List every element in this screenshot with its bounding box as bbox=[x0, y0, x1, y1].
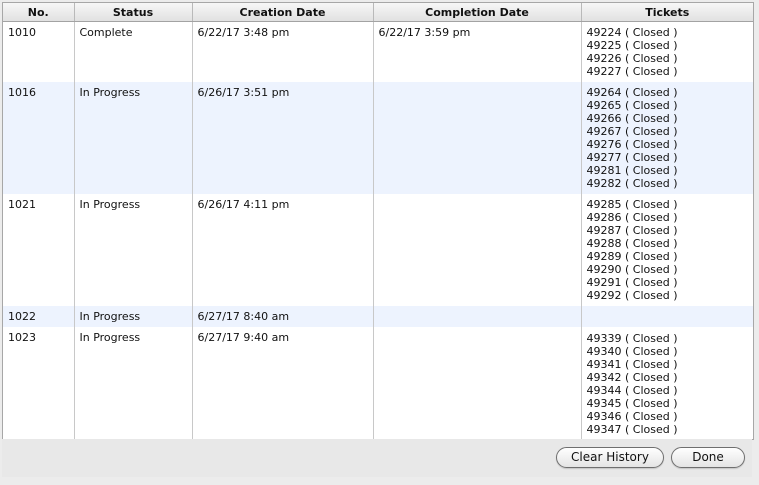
table-row[interactable]: 1023 In Progress 6/27/17 9:40 am 49339 (… bbox=[3, 326, 753, 439]
cell-tickets: 49339 ( Closed ) 49340 ( Closed ) 49341 … bbox=[581, 327, 753, 439]
ticket-item: 49226 ( Closed ) bbox=[586, 52, 678, 65]
ticket-item: 49277 ( Closed ) bbox=[586, 150, 678, 164]
column-header-tickets[interactable]: Tickets bbox=[581, 3, 753, 22]
cell-creation-date: 6/22/17 3:48 pm bbox=[192, 21, 374, 82]
ticket-item: 49224 ( Closed ) bbox=[586, 26, 678, 39]
table-row[interactable]: 1022 In Progress 6/27/17 8:40 am bbox=[3, 305, 753, 327]
cell-completion-date: 6/22/17 3:59 pm bbox=[373, 21, 582, 82]
column-header-no[interactable]: No. bbox=[3, 3, 75, 22]
column-header-creation-date[interactable]: Creation Date bbox=[192, 3, 374, 22]
cell-tickets: 49224 ( Closed ) 49225 ( Closed ) 49226 … bbox=[581, 22, 753, 82]
ticket-item: 49286 ( Closed ) bbox=[586, 210, 678, 224]
ticket-item: 49287 ( Closed ) bbox=[586, 223, 678, 237]
ticket-item: 49346 ( Closed ) bbox=[586, 409, 678, 423]
cell-status: In Progress bbox=[74, 81, 193, 194]
ticket-item: 49267 ( Closed ) bbox=[586, 124, 678, 138]
cell-status: In Progress bbox=[74, 193, 193, 306]
ticket-item: 49292 ( Closed ) bbox=[586, 288, 678, 302]
ticket-item: 49347 ( Closed ) bbox=[586, 422, 678, 436]
ticket-item: 49282 ( Closed ) bbox=[586, 176, 678, 190]
ticket-item: 49291 ( Closed ) bbox=[586, 275, 678, 289]
dialog-button-bar: Clear History Done bbox=[2, 439, 752, 477]
cell-no: 1022 bbox=[3, 305, 75, 327]
table-row[interactable]: 1016 In Progress 6/26/17 3:51 pm 49264 (… bbox=[3, 81, 753, 194]
cell-completion-date bbox=[373, 81, 582, 194]
history-table-frame: No. Status Creation Date Completion Date… bbox=[2, 2, 754, 440]
column-header-completion-date[interactable]: Completion Date bbox=[373, 3, 582, 22]
ticket-item: 49227 ( Closed ) bbox=[586, 65, 678, 78]
ticket-item: 49344 ( Closed ) bbox=[586, 383, 678, 397]
ticket-item: 49266 ( Closed ) bbox=[586, 111, 678, 125]
ticket-item: 49281 ( Closed ) bbox=[586, 163, 678, 177]
cell-completion-date bbox=[373, 305, 582, 327]
cell-completion-date bbox=[373, 193, 582, 306]
ticket-item: 49345 ( Closed ) bbox=[586, 396, 678, 410]
cell-tickets: 49285 ( Closed ) 49286 ( Closed ) 49287 … bbox=[581, 194, 753, 306]
ticket-item: 49290 ( Closed ) bbox=[586, 262, 678, 276]
cell-creation-date: 6/27/17 8:40 am bbox=[192, 305, 374, 327]
ticket-item: 49289 ( Closed ) bbox=[586, 249, 678, 263]
table-header-row: No. Status Creation Date Completion Date… bbox=[3, 3, 753, 22]
column-header-status[interactable]: Status bbox=[74, 3, 193, 22]
cell-creation-date: 6/27/17 9:40 am bbox=[192, 326, 374, 439]
cell-completion-date bbox=[373, 326, 582, 439]
cell-creation-date: 6/26/17 3:51 pm bbox=[192, 81, 374, 194]
cell-no: 1021 bbox=[3, 193, 75, 306]
cell-tickets: 49264 ( Closed ) 49265 ( Closed ) 49266 … bbox=[581, 81, 753, 194]
ticket-item: 49225 ( Closed ) bbox=[586, 39, 678, 52]
clear-history-button[interactable]: Clear History bbox=[556, 447, 664, 468]
table-row[interactable]: 1021 In Progress 6/26/17 4:11 pm 49285 (… bbox=[3, 193, 753, 306]
cell-creation-date: 6/26/17 4:11 pm bbox=[192, 193, 374, 306]
ticket-item: 49265 ( Closed ) bbox=[586, 98, 678, 112]
history-table: No. Status Creation Date Completion Date… bbox=[3, 3, 753, 439]
done-button[interactable]: Done bbox=[671, 447, 745, 468]
cell-no: 1016 bbox=[3, 81, 75, 194]
ticket-item: 49341 ( Closed ) bbox=[586, 357, 678, 371]
cell-status: Complete bbox=[74, 21, 193, 82]
cell-status: In Progress bbox=[74, 305, 193, 327]
ticket-item: 49285 ( Closed ) bbox=[586, 197, 678, 211]
ticket-item: 49288 ( Closed ) bbox=[586, 236, 678, 250]
ticket-item: 49342 ( Closed ) bbox=[586, 370, 678, 384]
cell-tickets bbox=[581, 305, 753, 327]
table-row[interactable]: 1010 Complete 6/22/17 3:48 pm 6/22/17 3:… bbox=[3, 21, 753, 82]
cell-status: In Progress bbox=[74, 326, 193, 439]
cell-no: 1023 bbox=[3, 326, 75, 439]
ticket-item: 49339 ( Closed ) bbox=[586, 331, 678, 345]
ticket-item: 49264 ( Closed ) bbox=[586, 85, 678, 99]
ticket-item: 49340 ( Closed ) bbox=[586, 344, 678, 358]
cell-no: 1010 bbox=[3, 21, 75, 82]
ticket-item: 49276 ( Closed ) bbox=[586, 137, 678, 151]
